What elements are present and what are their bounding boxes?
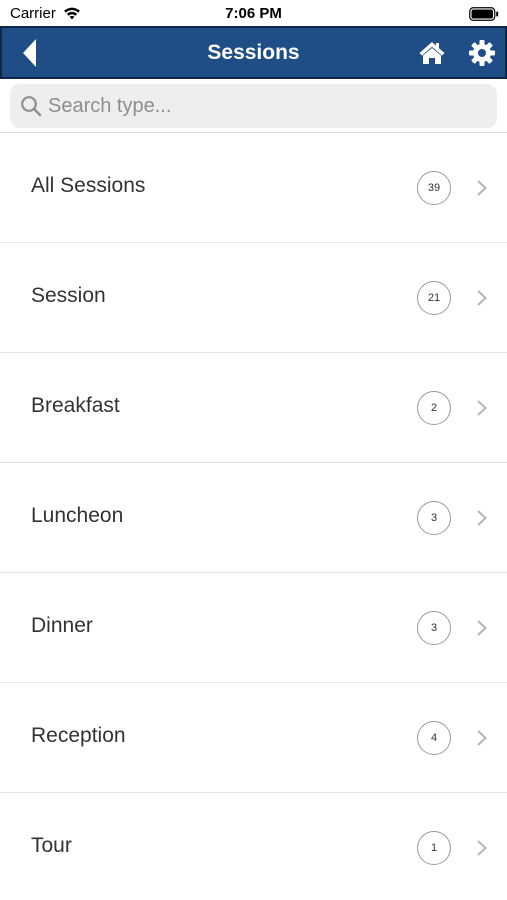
list-item-session[interactable]: Session 21	[0, 243, 507, 353]
count-badge: 21	[417, 281, 451, 315]
status-bar: Carrier 7:06 PM	[0, 0, 507, 26]
list-item-label: Tour	[31, 834, 72, 857]
search-field[interactable]	[10, 84, 497, 128]
status-time: 7:06 PM	[225, 5, 282, 22]
chevron-right-icon	[477, 180, 487, 196]
search-bar	[0, 79, 507, 133]
count-badge: 4	[417, 721, 451, 755]
settings-button[interactable]	[462, 35, 502, 71]
list-item-tour[interactable]: Tour 1	[0, 793, 507, 900]
list-item-label: Session	[31, 284, 106, 307]
list-item-label: Breakfast	[31, 394, 120, 417]
list-item-dinner[interactable]: Dinner 3	[0, 573, 507, 683]
chevron-right-icon	[477, 620, 487, 636]
session-type-list: All Sessions 39 Session 21 Breakfast 2 L…	[0, 133, 507, 900]
chevron-right-icon	[477, 400, 487, 416]
chevron-right-icon	[477, 510, 487, 526]
nav-bar: Sessions	[0, 26, 507, 79]
chevron-right-icon	[477, 730, 487, 746]
list-item-label: Luncheon	[31, 504, 124, 527]
count-badge: 3	[417, 501, 451, 535]
count-badge: 2	[417, 391, 451, 425]
count-badge: 1	[417, 831, 451, 865]
home-button[interactable]	[412, 35, 452, 71]
list-item-label: Reception	[31, 724, 126, 747]
count-badge: 3	[417, 611, 451, 645]
search-icon	[21, 96, 42, 117]
chevron-right-icon	[477, 290, 487, 306]
list-item-label: All Sessions	[31, 174, 146, 197]
list-item-breakfast[interactable]: Breakfast 2	[0, 353, 507, 463]
list-item-reception[interactable]: Reception 4	[0, 683, 507, 793]
battery-icon	[469, 7, 499, 21]
home-icon	[419, 42, 445, 64]
list-item-label: Dinner	[31, 614, 93, 637]
gear-icon	[469, 40, 495, 66]
search-input[interactable]	[48, 84, 488, 128]
chevron-right-icon	[477, 840, 487, 856]
list-item-luncheon[interactable]: Luncheon 3	[0, 463, 507, 573]
count-badge: 39	[417, 171, 451, 205]
list-item-all-sessions[interactable]: All Sessions 39	[0, 133, 507, 243]
